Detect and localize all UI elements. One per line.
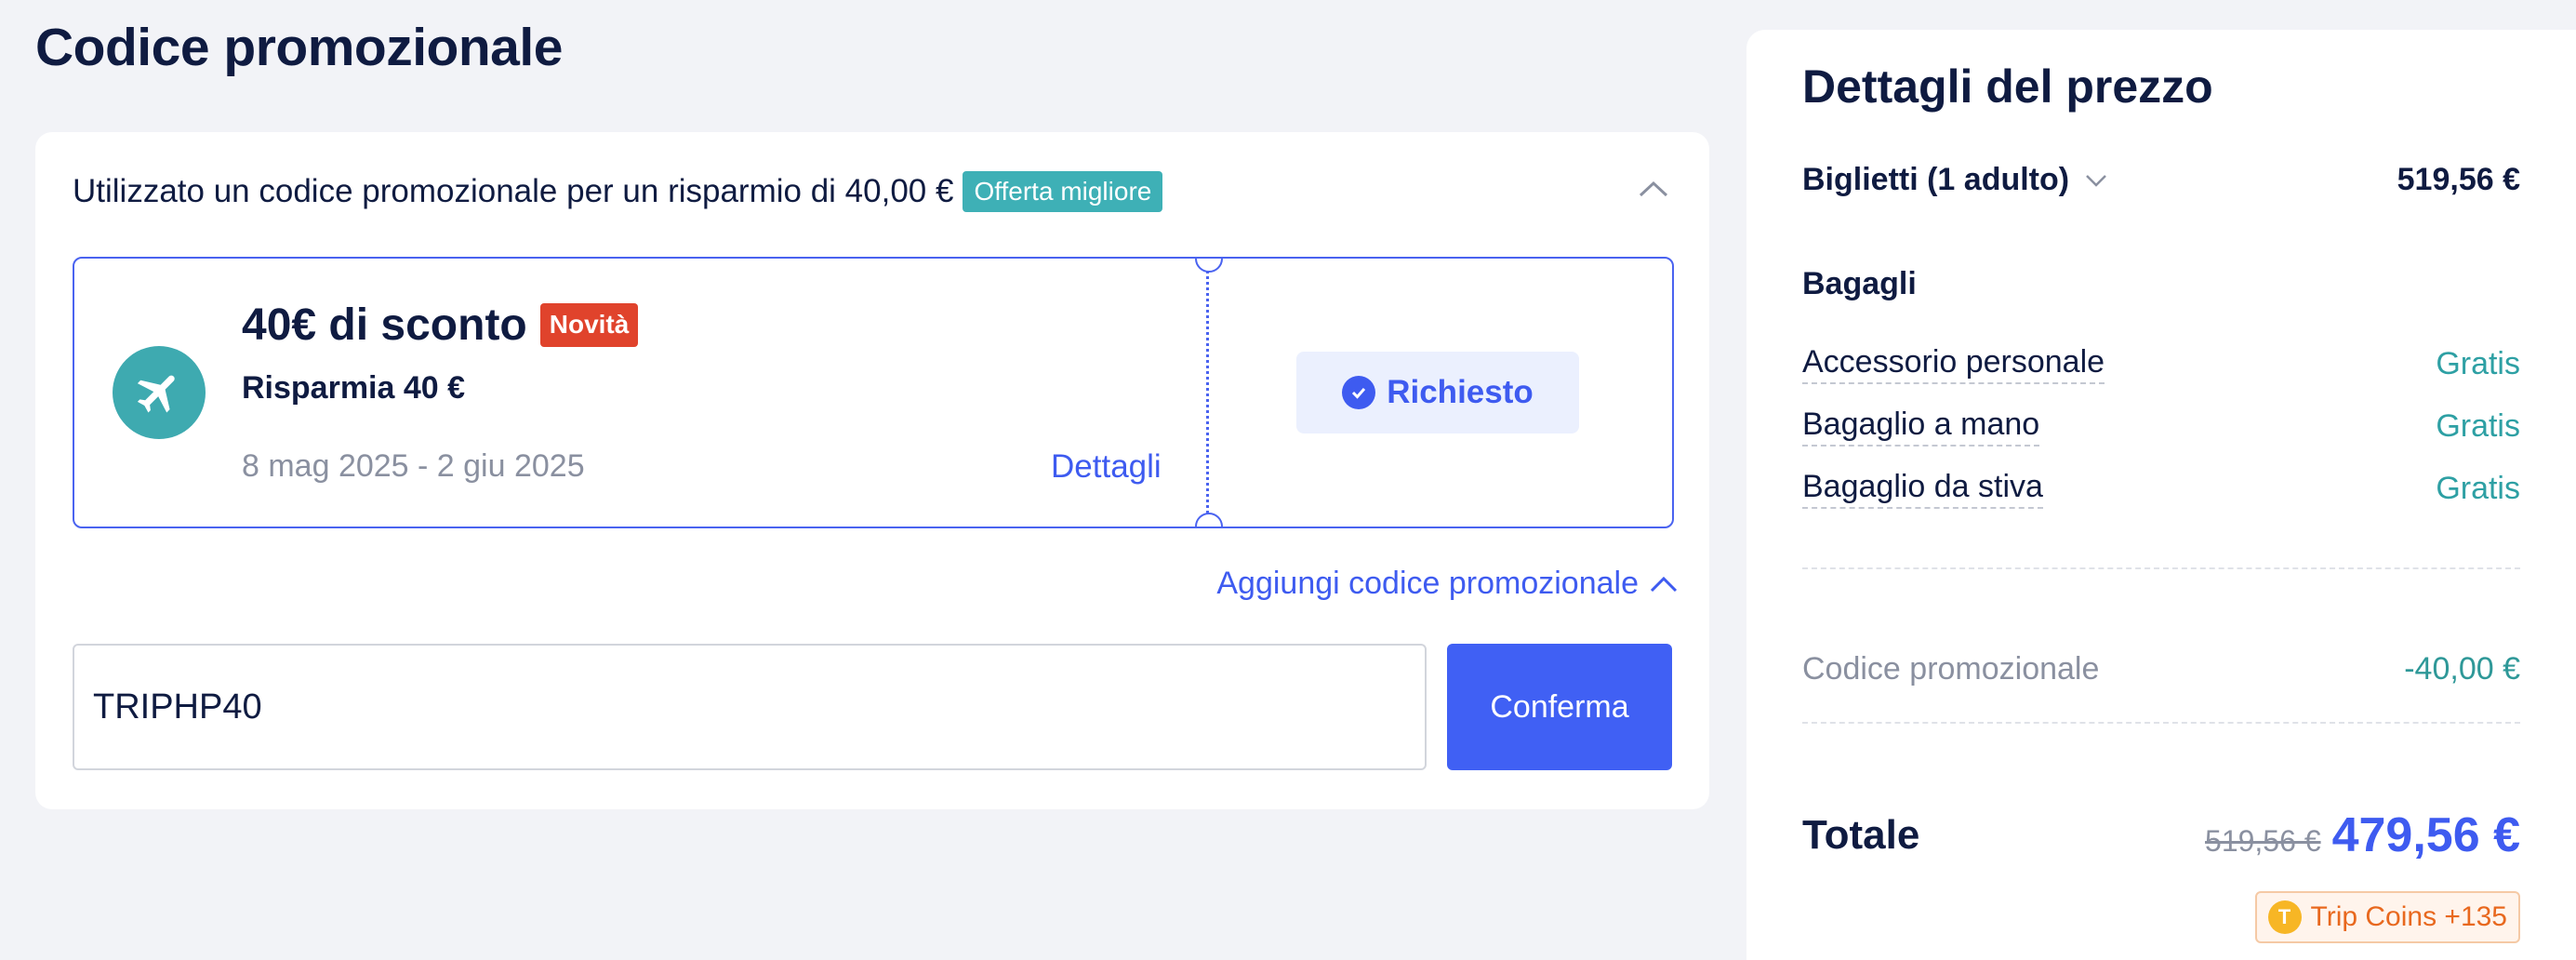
best-offer-badge: Offerta migliore <box>963 171 1163 213</box>
discounted-total: 479,56 € <box>2331 808 2520 862</box>
divider <box>1802 722 2520 724</box>
add-promo-code-link[interactable]: Aggiungi codice promozionale <box>1216 566 1680 602</box>
promo-summary: Utilizzato un codice promozionale per un… <box>73 171 1163 213</box>
details-link[interactable]: Dettagli <box>1051 448 1162 486</box>
coupon-title: 40€ di sconto <box>242 300 527 350</box>
page-title: Codice promozionale <box>35 18 563 77</box>
tickets-amount: 519,56 € <box>2397 162 2520 197</box>
promo-summary-text: Utilizzato un codice promozionale per un… <box>73 173 954 210</box>
chevron-up-icon <box>1650 576 1678 592</box>
baggage-item-value: Gratis <box>2436 471 2520 506</box>
promo-discount-amount: -40,00 € <box>2404 651 2520 687</box>
coin-icon: T <box>2267 900 2302 934</box>
tickets-toggle[interactable]: Biglietti (1 adulto) <box>1802 162 2110 198</box>
claimed-label: Richiesto <box>1387 374 1534 410</box>
coupon-subtitle: Risparmia 40 € <box>242 370 466 406</box>
coupon-ticket: 40€ di sconto Novità Risparmia 40 € 8 ma… <box>73 257 1674 528</box>
baggage-item-value: Gratis <box>2436 408 2520 444</box>
coupon-title-row: 40€ di sconto Novità <box>242 300 639 351</box>
baggage-item-value: Gratis <box>2436 346 2520 381</box>
new-badge: Novità <box>539 303 639 347</box>
add-promo-code-label: Aggiungi codice promozionale <box>1216 566 1639 601</box>
divider <box>1802 567 2520 569</box>
total-label: Totale <box>1802 812 1920 858</box>
promo-code-input[interactable] <box>73 644 1427 770</box>
promo-discount-label: Codice promozionale <box>1802 651 2100 687</box>
tickets-label: Biglietti (1 adulto) <box>1802 162 2070 197</box>
total-row: Totale 519,56 € 479,56 € <box>1802 807 2520 863</box>
baggage-row: Bagaglio da stiva Gratis <box>1802 469 2520 509</box>
chevron-down-icon <box>2086 174 2106 187</box>
tickets-row: Biglietti (1 adulto) 519,56 € <box>1802 162 2520 198</box>
original-total: 519,56 € <box>2205 824 2321 858</box>
claimed-button[interactable]: Richiesto <box>1296 352 1579 433</box>
baggage-row: Bagaglio a mano Gratis <box>1802 407 2520 447</box>
airplane-icon <box>113 346 206 439</box>
trip-coins-label: Trip Coins +135 <box>2310 901 2508 932</box>
coupon-validity-dates: 8 mag 2025 - 2 giu 2025 <box>242 448 585 484</box>
baggage-item-label[interactable]: Bagaglio a mano <box>1802 407 2040 447</box>
price-details-panel: Dettagli del prezzo Biglietti (1 adulto)… <box>1746 30 2576 960</box>
chevron-up-icon[interactable] <box>1635 171 1672 208</box>
baggage-row: Accessorio personale Gratis <box>1802 344 2520 384</box>
baggage-item-label[interactable]: Bagaglio da stiva <box>1802 469 2043 509</box>
promo-card: Utilizzato un codice promozionale per un… <box>35 132 1709 809</box>
price-details-title: Dettagli del prezzo <box>1802 60 2213 113</box>
baggage-heading: Bagagli <box>1802 266 1917 301</box>
total-amounts: 519,56 € 479,56 € <box>2205 807 2520 863</box>
coupon-notch-top <box>1195 259 1223 273</box>
coupon-divider <box>1206 259 1209 527</box>
check-circle-icon <box>1342 376 1376 409</box>
baggage-item-label[interactable]: Accessorio personale <box>1802 344 2105 384</box>
promo-discount-row: Codice promozionale -40,00 € <box>1802 651 2520 687</box>
coupon-notch-bottom <box>1195 513 1223 527</box>
confirm-button[interactable]: Conferma <box>1447 644 1672 770</box>
